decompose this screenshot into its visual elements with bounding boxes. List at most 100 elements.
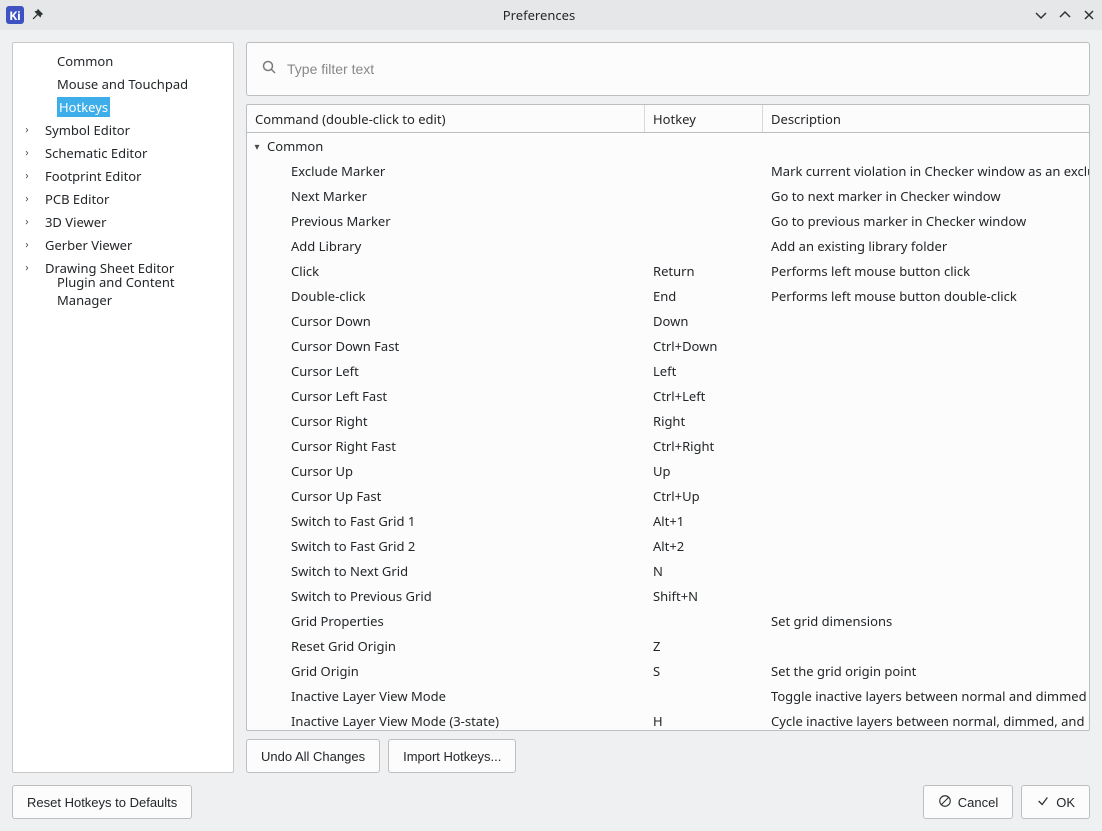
minimize-icon[interactable] bbox=[1034, 8, 1048, 22]
cell-command: Add Library bbox=[247, 237, 645, 255]
pin-icon[interactable] bbox=[30, 8, 44, 22]
table-row[interactable]: Exclude Marker Mark current violation in … bbox=[247, 158, 1089, 183]
col-description[interactable]: Description bbox=[763, 105, 1089, 132]
table-row[interactable]: Cursor DownDown bbox=[247, 308, 1089, 333]
cell-command: Switch to Fast Grid 1 bbox=[247, 512, 645, 530]
cell-command: Cursor Up bbox=[247, 462, 645, 480]
cell-hotkey: Alt+1 bbox=[645, 512, 763, 530]
table-row[interactable]: Cursor Right FastCtrl+Right bbox=[247, 433, 1089, 458]
table-row[interactable]: Cursor LeftLeft bbox=[247, 358, 1089, 383]
table-row[interactable]: ClickReturnPerforms left mouse button cl… bbox=[247, 258, 1089, 283]
cell-description: Add an existing library folder bbox=[763, 237, 1089, 255]
col-command[interactable]: Command (double-click to edit) bbox=[247, 105, 645, 132]
cell-command: Switch to Next Grid bbox=[247, 562, 645, 580]
table-row[interactable]: Double-clickEndPerforms left mouse butto… bbox=[247, 283, 1089, 308]
chevron-right-icon: › bbox=[21, 237, 33, 252]
close-icon[interactable] bbox=[1082, 8, 1096, 22]
filter-input[interactable] bbox=[287, 61, 1075, 77]
reset-defaults-button[interactable]: Reset Hotkeys to Defaults bbox=[12, 785, 192, 819]
cell-hotkey: Return bbox=[645, 262, 763, 280]
cell-hotkey: Z bbox=[645, 637, 763, 655]
table-row[interactable]: Reset Grid OriginZ bbox=[247, 633, 1089, 658]
sidebar-item-label: Gerber Viewer bbox=[45, 236, 132, 254]
check-icon bbox=[1036, 794, 1050, 811]
cell-hotkey: Shift+N bbox=[645, 587, 763, 605]
cell-hotkey: End bbox=[645, 287, 763, 305]
ok-label: OK bbox=[1056, 795, 1075, 810]
sidebar-item-label: Mouse and Touchpad bbox=[57, 75, 188, 93]
cancel-icon bbox=[938, 794, 952, 811]
table-row[interactable]: Cursor Left FastCtrl+Left bbox=[247, 383, 1089, 408]
table-row[interactable]: Cursor UpUp bbox=[247, 458, 1089, 483]
table-row[interactable]: Grid OriginSSet the grid origin point bbox=[247, 658, 1089, 683]
cell-description: Performs left mouse button double-click bbox=[763, 287, 1089, 305]
cell-description: Go to next marker in Checker window bbox=[763, 187, 1089, 205]
cell-hotkey: N bbox=[645, 562, 763, 580]
cell-hotkey: S bbox=[645, 662, 763, 680]
table-row[interactable]: Inactive Layer View Mode (3-state)HCycle… bbox=[247, 708, 1089, 730]
maximize-icon[interactable] bbox=[1058, 8, 1072, 22]
cell-command: Cursor Down Fast bbox=[247, 337, 645, 355]
sidebar-item[interactable]: › Gerber Viewer bbox=[13, 233, 233, 256]
search-icon bbox=[261, 59, 277, 79]
hotkey-table: Command (double-click to edit) Hotkey De… bbox=[246, 104, 1090, 731]
table-row[interactable]: Cursor RightRight bbox=[247, 408, 1089, 433]
cell-hotkey: Left bbox=[645, 362, 763, 380]
cell-hotkey: Up bbox=[645, 462, 763, 480]
cell-hotkey: Ctrl+Up bbox=[645, 487, 763, 505]
table-row[interactable]: Previous MarkerGo to previous marker in … bbox=[247, 208, 1089, 233]
table-row[interactable]: Inactive Layer View ModeToggle inactive … bbox=[247, 683, 1089, 708]
table-row[interactable]: Switch to Previous GridShift+N bbox=[247, 583, 1089, 608]
table-row[interactable]: Cursor Down FastCtrl+Down bbox=[247, 333, 1089, 358]
chevron-right-icon: › bbox=[21, 168, 33, 183]
cell-description: Mark current violation in Checker window… bbox=[763, 162, 1089, 180]
group-label: Common bbox=[267, 137, 323, 155]
cell-command: Switch to Fast Grid 2 bbox=[247, 537, 645, 555]
table-row[interactable]: Switch to Next GridN bbox=[247, 558, 1089, 583]
sidebar-item[interactable]: Common bbox=[13, 49, 233, 72]
cell-command: Cursor Right Fast bbox=[247, 437, 645, 455]
cell-hotkey: Ctrl+Left bbox=[645, 387, 763, 405]
table-row[interactable]: Cursor Up FastCtrl+Up bbox=[247, 483, 1089, 508]
app-icon: Ki bbox=[6, 6, 24, 24]
cancel-button[interactable]: Cancel bbox=[923, 785, 1013, 819]
sidebar-item[interactable]: ›Schematic Editor bbox=[13, 141, 233, 164]
table-group-row[interactable]: ▾Common bbox=[247, 133, 1089, 158]
sidebar-item[interactable]: ›PCB Editor bbox=[13, 187, 233, 210]
cell-command: Exclude Marker bbox=[247, 162, 645, 180]
table-row[interactable]: Next Marker Go to next marker in Checker … bbox=[247, 183, 1089, 208]
table-row[interactable]: Grid Properties Set grid dimensions bbox=[247, 608, 1089, 633]
sidebar-item-label: Hotkeys bbox=[57, 97, 110, 117]
sidebar-item-label: Footprint Editor bbox=[45, 167, 142, 185]
cell-description: Go to previous marker in Checker window bbox=[763, 212, 1089, 230]
cell-command: Cursor Down bbox=[247, 312, 645, 330]
table-row[interactable]: Switch to Fast Grid 1Alt+1 bbox=[247, 508, 1089, 533]
cell-command: Inactive Layer View Mode bbox=[247, 687, 645, 705]
chevron-right-icon: › bbox=[21, 214, 33, 229]
ok-button[interactable]: OK bbox=[1021, 785, 1090, 819]
table-row[interactable]: Add Library Add an existing library folde… bbox=[247, 233, 1089, 258]
sidebar-item[interactable]: Plugin and Content Manager bbox=[13, 279, 233, 302]
filter-box[interactable] bbox=[246, 42, 1090, 96]
sidebar-item[interactable]: Hotkeys bbox=[13, 95, 233, 118]
sidebar-item[interactable]: ›3D Viewer bbox=[13, 210, 233, 233]
chevron-right-icon: › bbox=[21, 260, 33, 275]
window-title: Preferences bbox=[50, 6, 1028, 24]
sidebar-item[interactable]: ›Symbol Editor bbox=[13, 118, 233, 141]
table-header: Command (double-click to edit) Hotkey De… bbox=[247, 105, 1089, 133]
import-hotkeys-button[interactable]: Import Hotkeys... bbox=[388, 739, 516, 773]
cell-command: Cursor Left bbox=[247, 362, 645, 380]
cell-command: Cursor Left Fast bbox=[247, 387, 645, 405]
sidebar-item-label: PCB Editor bbox=[45, 190, 109, 208]
sidebar-item-label: Plugin and Content Manager bbox=[57, 273, 175, 309]
cell-description: Set the grid origin point bbox=[763, 662, 1089, 680]
cell-description: Set grid dimensions bbox=[763, 612, 1089, 630]
col-hotkey[interactable]: Hotkey bbox=[645, 105, 763, 132]
undo-all-button[interactable]: Undo All Changes bbox=[246, 739, 380, 773]
table-row[interactable]: Switch to Fast Grid 2Alt+2 bbox=[247, 533, 1089, 558]
sidebar-item[interactable]: › Footprint Editor bbox=[13, 164, 233, 187]
cancel-label: Cancel bbox=[958, 795, 998, 810]
sidebar-item[interactable]: Mouse and Touchpad bbox=[13, 72, 233, 95]
cell-command: Next Marker bbox=[247, 187, 645, 205]
cell-command: Grid Properties bbox=[247, 612, 645, 630]
